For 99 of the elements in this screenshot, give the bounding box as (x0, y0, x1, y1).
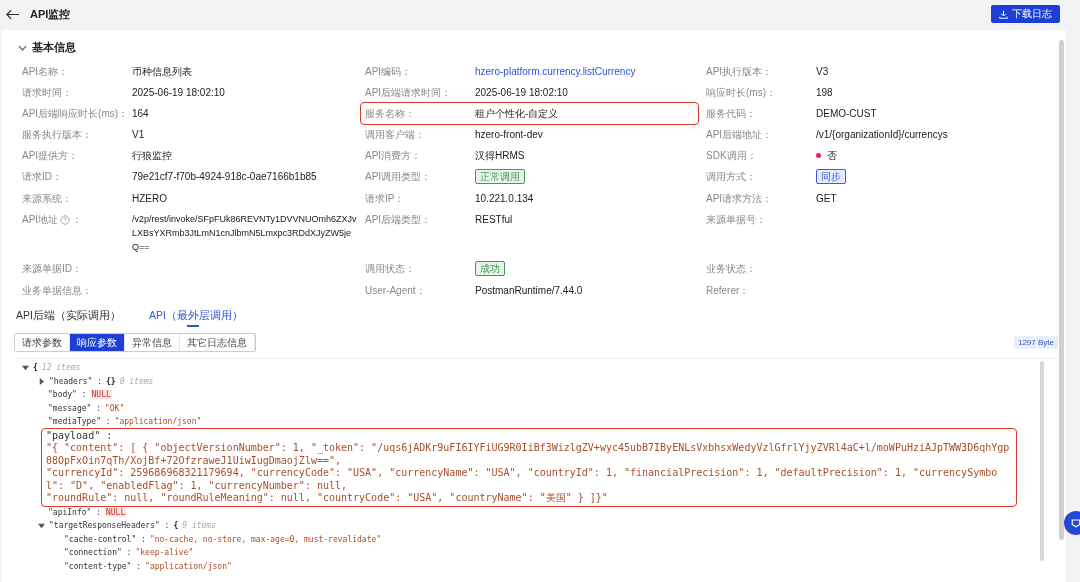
caret-down-icon[interactable] (22, 364, 29, 372)
field-value: 2025-06-19 18:02:10 (475, 86, 568, 99)
field-label: SDK调用： (706, 149, 757, 162)
json-string: "application/json" (145, 561, 232, 571)
field-label: API消费方： (365, 149, 422, 162)
field-label: 来源单据ID： (22, 262, 82, 275)
field-label: API后端响应时长(ms)： (22, 107, 129, 120)
field-label: 调用状态： (365, 262, 415, 275)
null-value: NULL (90, 390, 112, 400)
segment-tab[interactable]: 请求参数 (15, 334, 70, 351)
caret-right-icon[interactable] (38, 377, 45, 385)
size-badge: 1297 Byte (1013, 336, 1058, 349)
field-label: API名称： (22, 65, 69, 78)
field-label: 服务代码： (706, 107, 756, 120)
field-label: API后端请求时间： (365, 86, 452, 99)
json-string: "OK" (105, 403, 125, 413)
chevron-icon[interactable] (18, 44, 27, 51)
scrollbar[interactable] (1059, 40, 1064, 540)
json-key: "message" : (48, 403, 101, 413)
field-label-colon: ： (72, 213, 83, 226)
field-label: 请求IP： (365, 192, 405, 205)
field-label: Referer： (706, 284, 750, 297)
field-value: 否 (827, 149, 837, 162)
field-value: 币种信息列表 (132, 65, 192, 78)
field-value: /v2p/rest/invoke/SFpFUk86REVNTy1DVVNUOmh6ZXJvLXBsYXRmb3JtLmN1cnJlbmN5Lmxpc3RDdXJyZW5jeQ== (132, 213, 357, 254)
field-value: /v1/{organizationId}/currencys (816, 128, 948, 141)
field-label: 服务名称： (365, 107, 415, 120)
status-tag: 同步 (816, 169, 846, 184)
item-count: 12 items (41, 363, 81, 373)
json-key: "headers" : (49, 376, 102, 386)
json-string: "{ "content": [ { "objectVersionNumber": 1, "_token": "/uqs6jADKr9uFI6IYFiUG9R0IiBf3WizlgZV+wyc45ubB7IByENLsVxbhsxWedyVzlGfrlYjyZVRl4aC+l/moWPuHziAJpTWW3D6qhYgp08OpFxOin7qTh/XojBf+72OfzraweJ1UiwIugDmaojZlw==", (46, 442, 1011, 467)
field-value: hzero-front-dev (475, 128, 543, 141)
field-value: 租户个性化-自定义 (475, 107, 559, 120)
field-value: 164 (132, 107, 149, 120)
field-value: 10.221.0.134 (475, 192, 534, 205)
field-label: 调用方式： (706, 170, 756, 183)
field-label: API后端类型： (365, 213, 432, 226)
field-value: 行狼监控 (132, 149, 172, 162)
field-label: API调用类型： (365, 170, 432, 183)
json-key: "content-type" : (64, 561, 142, 571)
field-label: API地址 (22, 213, 59, 226)
item-count: 9 items (182, 521, 216, 531)
field-label: API请求方法： (706, 192, 773, 205)
field-label: 来源系统： (22, 192, 72, 205)
api-code-link[interactable]: hzero-platform.currency.listCurrency (475, 65, 636, 78)
field-label: 请求ID： (22, 170, 62, 183)
caret-down-icon[interactable] (38, 522, 45, 530)
field-value: RESTful (475, 213, 513, 226)
field-label: 调用客户端： (365, 128, 425, 141)
status-tag: 成功 (475, 261, 505, 276)
json-key: "apiInfo" : (48, 507, 101, 517)
json-string: "no-cache, no-store, max-age=0, must-revalidate" (149, 534, 382, 544)
json-key: "body" : (48, 390, 87, 400)
json-string: "roundRule": null, "roundRuleMeaning": null, "countryCode": "USA", "countryName": "美国" } ]}" (46, 492, 608, 505)
field-value: 79e21cf7-f70b-4924-918c-0ae7166b1b85 (132, 170, 317, 183)
field-label: User-Agent： (365, 284, 426, 297)
json-string: "keep-alive" (135, 548, 194, 558)
null-value: NULL (105, 507, 127, 517)
field-value: 汉得HRMS (475, 149, 525, 162)
field-value: V3 (816, 65, 829, 78)
json-key: "payload" : (46, 429, 113, 442)
section-title: 基本信息 (32, 40, 76, 55)
page-title: API监控 (30, 6, 71, 22)
status-tag: 正常调用 (475, 169, 525, 184)
segment-tab[interactable]: 响应参数 (70, 334, 125, 351)
back-arrow-icon[interactable] (6, 8, 20, 20)
field-label: 服务执行版本： (22, 128, 92, 141)
field-label: 业务单据信息： (22, 284, 92, 297)
json-string: "currencyId": 259686968321179694, "currencyCode": "USA", "currencyName": "USA", "countryId": 1, "financialPrecision": 1, "defaultPrecision": 1, "currencySymbol": "D", "enabledFlag": 1, "currencyNumber": null, (46, 467, 999, 492)
tab[interactable]: API后端（实际调用） (16, 309, 121, 327)
field-value: 198 (816, 86, 833, 99)
json-string: "application/json" (114, 417, 202, 427)
field-value: V1 (132, 128, 145, 141)
field-value: HZERO (132, 192, 167, 205)
json-key: "cache-control" : (64, 534, 146, 544)
field-label: 业务状态： (706, 262, 756, 275)
download-log-button[interactable]: 下载日志 (991, 5, 1060, 23)
json-key: "connection" : (64, 548, 132, 558)
field-value: PostmanRuntime/7.44.0 (475, 284, 583, 297)
field-value: GET (816, 192, 837, 205)
json-brace: {} (106, 376, 116, 386)
json-brace: { (33, 363, 38, 373)
field-label: API提供方： (22, 149, 79, 162)
field-label: 请求时间： (22, 86, 72, 99)
field-label: API后端地址： (706, 128, 773, 141)
json-key: "targetResponseHeaders" : (49, 521, 170, 531)
item-count: 0 items (119, 376, 154, 386)
tab[interactable]: API（最外层调用） (148, 309, 243, 327)
field-value: 2025-06-19 18:02:10 (132, 86, 225, 99)
shield-icon (1070, 517, 1080, 529)
json-key: "mediaType" : (48, 417, 111, 427)
field-label: API执行版本： (706, 65, 773, 78)
download-icon (999, 9, 1008, 19)
scrollbar[interactable] (1040, 361, 1044, 561)
json-brace: { (173, 521, 179, 531)
field-label: 响应时长(ms)： (706, 86, 776, 99)
field-label: 来源单据号： (706, 213, 766, 226)
field-label: API编码： (365, 65, 412, 78)
field-value: DEMO-CUST (816, 107, 877, 120)
